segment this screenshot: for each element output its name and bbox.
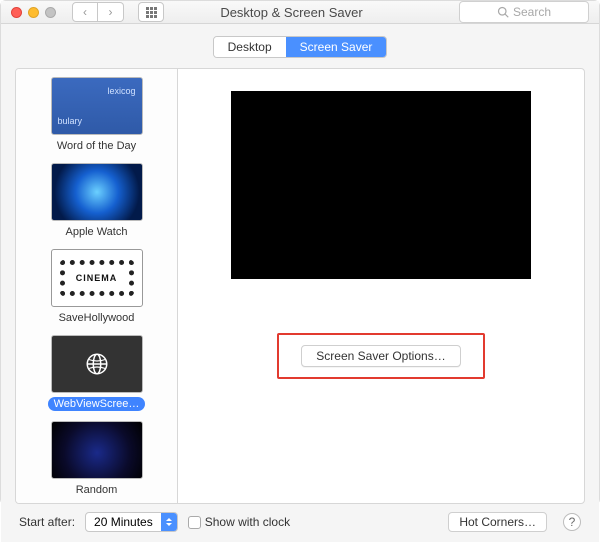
- list-item[interactable]: Random: [16, 417, 177, 503]
- list-item[interactable]: WebViewScree…: [16, 331, 177, 417]
- zoom-icon[interactable]: [45, 7, 56, 18]
- help-button[interactable]: ?: [563, 513, 581, 531]
- content-box: Word of the Day Apple Watch CINEMA SaveH…: [15, 68, 585, 504]
- list-item[interactable]: CINEMA SaveHollywood: [16, 245, 177, 331]
- list-item-label: Apple Watch: [60, 225, 134, 239]
- stepper-arrows-icon: [161, 513, 177, 531]
- list-item-label: Word of the Day: [51, 139, 142, 153]
- minimize-icon[interactable]: [28, 7, 39, 18]
- footer: Start after: 20 Minutes Show with clock …: [15, 504, 585, 532]
- chevron-left-icon: ‹: [83, 5, 87, 19]
- preferences-window: ‹ › Desktop & Screen Saver Search Deskto…: [0, 0, 600, 505]
- start-after-select[interactable]: 20 Minutes: [85, 512, 178, 532]
- show-with-clock-label: Show with clock: [205, 515, 290, 529]
- forward-button[interactable]: ›: [98, 2, 124, 22]
- list-item-label: WebViewScree…: [48, 397, 146, 411]
- search-field[interactable]: Search: [459, 1, 589, 23]
- thumbnail-word-of-the-day: [51, 77, 143, 135]
- window-title: Desktop & Screen Saver: [132, 5, 451, 20]
- titlebar: ‹ › Desktop & Screen Saver Search: [1, 1, 599, 24]
- tab-screen-saver[interactable]: Screen Saver: [286, 37, 387, 57]
- nav-buttons: ‹ ›: [72, 2, 124, 22]
- panel: Desktop Screen Saver Word of the Day App…: [1, 24, 599, 542]
- screensaver-list[interactable]: Word of the Day Apple Watch CINEMA SaveH…: [16, 69, 178, 503]
- window-controls: [11, 7, 56, 18]
- highlight-box: Screen Saver Options…: [277, 333, 484, 379]
- globe-icon: [82, 349, 112, 379]
- tab-switcher: Desktop Screen Saver: [15, 36, 585, 58]
- screensaver-preview: [231, 91, 531, 279]
- search-placeholder: Search: [513, 5, 551, 19]
- main-area: Screen Saver Options…: [178, 69, 584, 503]
- thumbnail-random: [51, 421, 143, 479]
- show-with-clock-checkbox[interactable]: Show with clock: [188, 515, 290, 529]
- start-after-value: 20 Minutes: [86, 515, 161, 529]
- thumbnail-apple-watch: [51, 163, 143, 221]
- checkbox-icon: [188, 516, 201, 529]
- list-item-label: Random: [70, 483, 124, 497]
- thumbnail-webviewscreensaver: [51, 335, 143, 393]
- cinema-ticket-icon: CINEMA: [60, 260, 134, 296]
- thumbnail-savehollywood: CINEMA: [51, 249, 143, 307]
- chevron-right-icon: ›: [109, 5, 113, 19]
- list-item[interactable]: Apple Watch: [16, 159, 177, 245]
- hot-corners-button[interactable]: Hot Corners…: [448, 512, 547, 532]
- screen-saver-options-button[interactable]: Screen Saver Options…: [301, 345, 460, 367]
- close-icon[interactable]: [11, 7, 22, 18]
- start-after-label: Start after:: [19, 515, 75, 529]
- search-icon: [497, 6, 509, 18]
- back-button[interactable]: ‹: [72, 2, 98, 22]
- list-item-label: SaveHollywood: [53, 311, 141, 325]
- tab-desktop[interactable]: Desktop: [214, 37, 286, 57]
- list-item[interactable]: Word of the Day: [16, 73, 177, 159]
